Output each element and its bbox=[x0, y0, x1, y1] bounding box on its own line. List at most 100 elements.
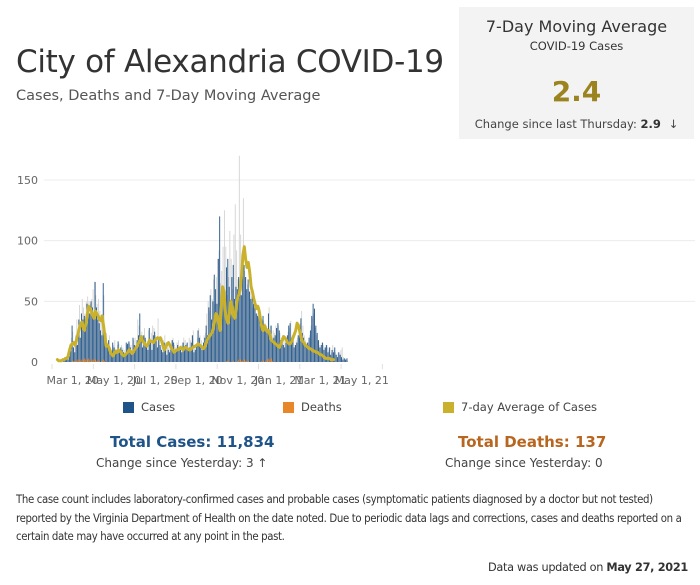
death-bar bbox=[99, 360, 100, 362]
case-bar bbox=[217, 258, 219, 362]
case-bar bbox=[89, 313, 91, 362]
x-axis: Mar 1, 20May 1, 20Jul 1, 20Sep 1, 20Nov … bbox=[47, 364, 389, 387]
case-bar bbox=[196, 345, 198, 362]
legend-cases[interactable]: Cases bbox=[123, 400, 175, 414]
case-bar bbox=[188, 349, 189, 362]
legend-avg-swatch bbox=[443, 401, 454, 413]
case-bar bbox=[119, 352, 120, 362]
deaths-change: Change since Yesterday: 0 bbox=[445, 456, 603, 470]
legend-deaths[interactable]: Deaths bbox=[283, 400, 342, 414]
case-bar bbox=[198, 337, 200, 362]
case-bar bbox=[231, 277, 233, 362]
case-bar bbox=[265, 330, 267, 362]
legend-cases-swatch bbox=[123, 401, 134, 413]
updated-date: May 27, 2021 bbox=[606, 561, 688, 574]
case-bar bbox=[156, 347, 158, 362]
case-bar bbox=[274, 335, 276, 362]
case-bar bbox=[266, 332, 268, 362]
case-bar bbox=[166, 354, 168, 362]
death-bar bbox=[245, 360, 247, 362]
case-bar bbox=[297, 335, 299, 362]
case-bar bbox=[146, 347, 148, 362]
death-bar bbox=[103, 359, 105, 362]
x-tick-label: May 1, 21 bbox=[335, 374, 389, 387]
grid bbox=[44, 179, 695, 302]
page-subtitle: Cases, Deaths and 7-Day Moving Average bbox=[16, 88, 321, 104]
case-bar bbox=[305, 347, 307, 362]
death-bar bbox=[97, 360, 99, 362]
case-bar bbox=[209, 295, 211, 362]
case-bar bbox=[255, 313, 257, 362]
death-bar bbox=[77, 359, 79, 362]
death-bar bbox=[78, 359, 80, 362]
legend-avg[interactable]: 7-day Average of Cases bbox=[443, 400, 597, 414]
death-bar bbox=[104, 360, 106, 362]
death-bar bbox=[248, 360, 249, 362]
legend-avg-label: 7-day Average of Cases bbox=[461, 400, 598, 414]
case-bar bbox=[243, 264, 245, 362]
kpi-title: 7-Day Moving Average bbox=[485, 17, 668, 36]
death-bar bbox=[94, 359, 96, 362]
case-bar bbox=[77, 345, 78, 362]
death-bar bbox=[268, 358, 270, 362]
case-bar bbox=[150, 342, 152, 362]
kpi-change: Change since last Thursday: 2.9 ↓ bbox=[459, 117, 694, 131]
case-bar bbox=[140, 340, 142, 362]
case-bar bbox=[181, 352, 183, 362]
case-bar bbox=[263, 328, 265, 362]
case-bar bbox=[338, 352, 340, 362]
kpi-change-label: Change since last Thursday: bbox=[474, 117, 637, 131]
death-bar bbox=[239, 359, 241, 362]
cases-change: Change since Yesterday: 3 ↑ bbox=[96, 456, 268, 470]
case-bar bbox=[158, 337, 160, 362]
death-bar bbox=[96, 360, 98, 362]
case-bar bbox=[270, 325, 272, 362]
death-bar bbox=[85, 359, 87, 362]
death-bar bbox=[237, 360, 239, 362]
case-bar bbox=[101, 335, 103, 362]
page-title: City of Alexandria COVID-19 bbox=[16, 44, 444, 80]
updated-prefix: Data was updated on bbox=[487, 561, 604, 574]
case-bar bbox=[79, 337, 81, 362]
death-bar bbox=[238, 359, 240, 362]
case-bar bbox=[131, 354, 133, 362]
death-bar bbox=[80, 360, 81, 362]
kpi-subtitle: COVID-19 Cases bbox=[529, 39, 624, 53]
death-bar bbox=[261, 360, 263, 362]
case-bar bbox=[342, 359, 344, 362]
death-bar bbox=[227, 360, 229, 362]
case-bar bbox=[147, 349, 149, 362]
case-bar bbox=[194, 349, 196, 362]
case-bar bbox=[155, 340, 157, 362]
death-bar bbox=[89, 359, 91, 362]
case-bar bbox=[167, 349, 169, 362]
case-bar bbox=[312, 303, 314, 362]
case-bar bbox=[314, 308, 315, 362]
case-bar bbox=[304, 345, 306, 362]
kpi-change-value: 2.9 bbox=[640, 117, 661, 131]
total-deaths: Total Deaths: 137 bbox=[458, 433, 607, 451]
case-bar bbox=[100, 330, 101, 362]
covid-chart: 0 50 100 150 Mar 1, 20May 1, 20Jul 1, 20Sep… bbox=[17, 155, 695, 387]
case-bar bbox=[94, 281, 96, 362]
case-bar bbox=[254, 307, 256, 362]
death-bar bbox=[90, 360, 92, 362]
case-bar bbox=[175, 351, 177, 362]
case-bar bbox=[346, 358, 348, 362]
death-bar bbox=[71, 360, 73, 362]
death-bar bbox=[269, 359, 271, 362]
death-bar bbox=[246, 360, 248, 362]
case-bar bbox=[162, 352, 164, 362]
death-bar bbox=[262, 360, 264, 362]
death-bar bbox=[272, 360, 274, 362]
death-bar bbox=[92, 359, 94, 362]
y-tick-label: 50 bbox=[24, 295, 38, 308]
total-cases: Total Cases: 11,834 bbox=[110, 433, 275, 451]
y-tick-label: 150 bbox=[17, 174, 38, 187]
case-bar bbox=[311, 315, 313, 362]
case-bar bbox=[186, 342, 188, 362]
case-bar bbox=[177, 345, 179, 362]
case-bar bbox=[159, 345, 161, 362]
kpi-card: 7-Day Moving Average COVID-19 Cases 2.4 … bbox=[459, 7, 694, 139]
case-bar bbox=[322, 342, 324, 362]
